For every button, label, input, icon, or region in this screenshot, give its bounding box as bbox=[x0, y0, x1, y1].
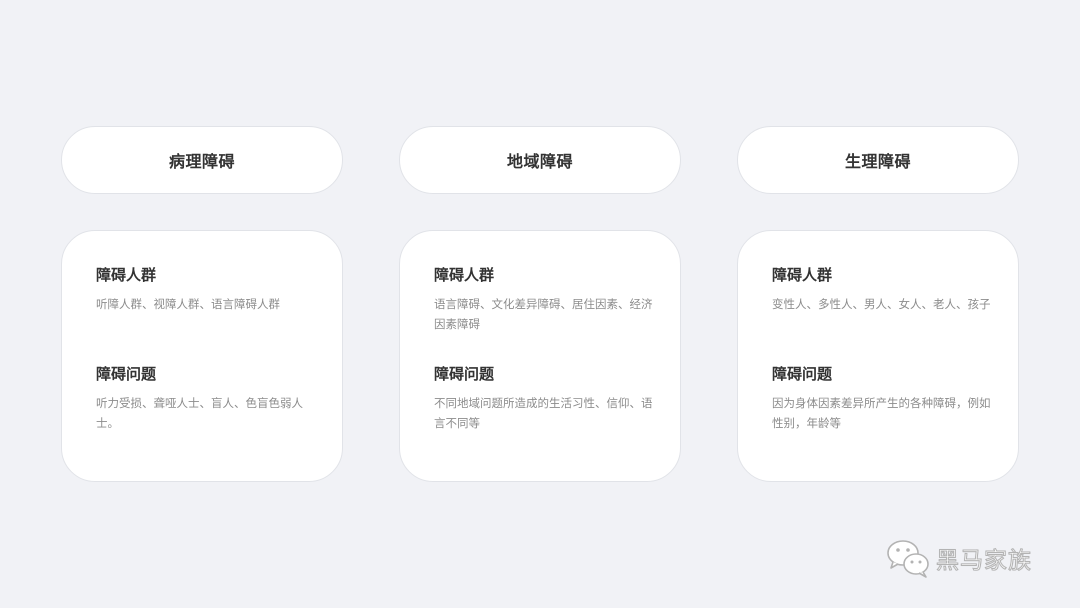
section-heading-groups: 障碍人群 bbox=[96, 266, 157, 284]
category-title: 生理障碍 bbox=[844, 152, 911, 171]
info-card-pathological: 障碍人群 听障人群、视障人群、语言障碍人群 障碍问题 听力受损、聋哑人士、盲人、… bbox=[61, 230, 343, 482]
section-heading-groups: 障碍人群 bbox=[434, 266, 495, 284]
section-body-groups: 语言障碍、文化差异障碍、居住因素、经济因素障碍 bbox=[434, 297, 653, 331]
section-body-problems: 因为身体因素差异所产生的各种障碍，例如性别，年龄等 bbox=[772, 396, 991, 430]
category-title: 病理障碍 bbox=[168, 152, 235, 171]
watermark: 黑马家族 bbox=[884, 536, 1032, 580]
category-pill-pathological: 病理障碍 bbox=[61, 126, 343, 194]
section-heading-groups: 障碍人群 bbox=[772, 266, 833, 284]
info-card-regional: 障碍人群 语言障碍、文化差异障碍、居住因素、经济因素障碍 障碍问题 不同地域问题… bbox=[399, 230, 681, 482]
category-pill-physiological: 生理障碍 bbox=[737, 126, 1019, 194]
section-body-groups: 听障人群、视障人群、语言障碍人群 bbox=[96, 297, 280, 311]
category-pill-regional: 地域障碍 bbox=[399, 126, 681, 194]
info-card-physiological: 障碍人群 变性人、多性人、男人、女人、老人、孩子 障碍问题 因为身体因素差异所产… bbox=[737, 230, 1019, 482]
section-heading-problems: 障碍问题 bbox=[434, 365, 495, 383]
watermark-text: 黑马家族 bbox=[936, 548, 1032, 575]
section-heading-problems: 障碍问题 bbox=[96, 365, 157, 383]
section-body-problems: 不同地域问题所造成的生活习性、信仰、语言不同等 bbox=[434, 396, 653, 430]
category-title: 地域障碍 bbox=[506, 152, 573, 171]
wechat-icon bbox=[887, 540, 929, 578]
section-body-problems: 听力受损、聋哑人士、盲人、色盲色弱人士。 bbox=[96, 396, 303, 430]
section-body-groups: 变性人、多性人、男人、女人、老人、孩子 bbox=[772, 297, 991, 311]
section-heading-problems: 障碍问题 bbox=[772, 365, 833, 383]
